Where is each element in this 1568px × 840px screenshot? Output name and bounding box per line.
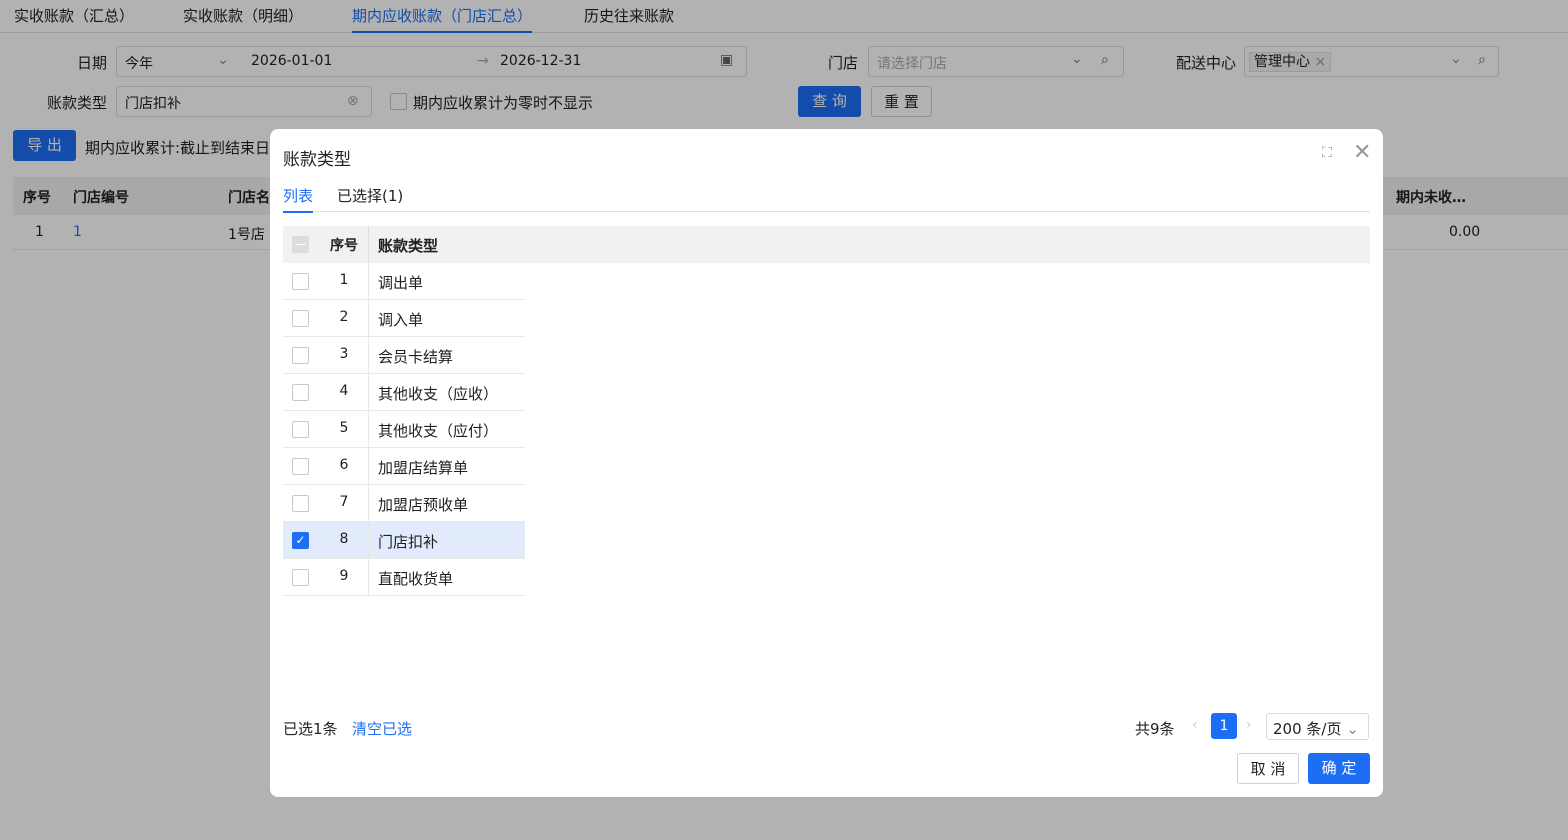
row-checkbox[interactable] — [292, 310, 309, 327]
list-item[interactable]: 2 调入单 — [283, 300, 525, 337]
row-checkbox[interactable] — [292, 273, 309, 290]
row-type: 加盟店结算单 — [378, 459, 469, 477]
prev-page-icon[interactable]: ‹ — [1192, 717, 1198, 733]
page-1[interactable]: 1 — [1211, 713, 1237, 739]
row-seq: 9 — [339, 568, 349, 584]
tabs-divider — [283, 211, 1370, 212]
tab-selected[interactable]: 已选择(1) — [337, 185, 403, 206]
row-checkbox[interactable] — [292, 495, 309, 512]
row-checkbox[interactable] — [292, 384, 309, 401]
row-seq: 3 — [339, 346, 349, 362]
row-checkbox[interactable] — [292, 421, 309, 438]
fullscreen-icon[interactable]: ⛶ — [1322, 145, 1332, 161]
row-type: 门店扣补 — [378, 533, 439, 551]
row-type: 其他收支（应付） — [378, 422, 499, 440]
list-item[interactable]: 7 加盟店预收单 — [283, 485, 525, 522]
list-item[interactable]: 5 其他收支（应付） — [283, 411, 525, 448]
list-item[interactable]: ✓ 8 门店扣补 — [283, 522, 525, 559]
row-checkbox[interactable] — [292, 458, 309, 475]
tab-list[interactable]: 列表 — [283, 185, 314, 213]
chevron-down-icon: ⌄ — [1346, 720, 1359, 738]
row-seq: 2 — [339, 309, 349, 325]
account-type-modal: 账款类型 ⛶ ✕ 列表 已选择(1) — 序号 账款类型 1 调出单 2 调入单 3 会员… — [270, 129, 1383, 797]
grid-header: — 序号 账款类型 — [283, 226, 1370, 263]
row-seq: 8 — [339, 531, 349, 547]
row-checkbox[interactable] — [292, 569, 309, 586]
row-type: 加盟店预收单 — [378, 496, 469, 514]
row-type: 其他收支（应收） — [378, 385, 499, 403]
row-type: 调出单 — [378, 274, 424, 292]
list-item[interactable]: 6 加盟店结算单 — [283, 448, 525, 485]
close-icon[interactable]: ✕ — [1353, 140, 1371, 165]
select-all-checkbox[interactable]: — — [292, 236, 309, 253]
list-item[interactable]: 3 会员卡结算 — [283, 337, 525, 374]
type-grid: — 序号 账款类型 1 调出单 2 调入单 3 会员卡结算 4 其他收支（应收） 5 其他收支（应… — [283, 226, 1370, 596]
modal-title: 账款类型 — [283, 150, 351, 170]
ok-button[interactable]: 确 定 — [1308, 753, 1370, 784]
selected-count: 已选1条 — [283, 720, 338, 738]
row-type: 会员卡结算 — [378, 348, 454, 366]
list-item[interactable]: 4 其他收支（应收） — [283, 374, 525, 411]
row-type: 调入单 — [378, 311, 424, 329]
row-checkbox[interactable] — [292, 347, 309, 364]
list-item[interactable]: 1 调出单 — [283, 263, 525, 300]
row-checkbox[interactable]: ✓ — [292, 532, 309, 549]
next-page-icon[interactable]: › — [1246, 717, 1252, 733]
row-seq: 6 — [339, 457, 349, 473]
row-seq: 1 — [339, 272, 349, 288]
row-seq: 4 — [339, 383, 349, 399]
list-item[interactable]: 9 直配收货单 — [283, 559, 525, 596]
page-size-select[interactable]: 200 条/页 ⌄ — [1266, 713, 1369, 740]
clear-selected-link[interactable]: 清空已选 — [352, 718, 412, 739]
row-type: 直配收货单 — [378, 570, 454, 588]
col-seq: 序号 — [330, 238, 358, 254]
row-seq: 7 — [339, 494, 349, 510]
row-seq: 5 — [339, 420, 349, 436]
cancel-button[interactable]: 取 消 — [1237, 753, 1299, 784]
total-count: 共9条 — [1135, 720, 1175, 738]
col-type: 账款类型 — [378, 237, 439, 255]
